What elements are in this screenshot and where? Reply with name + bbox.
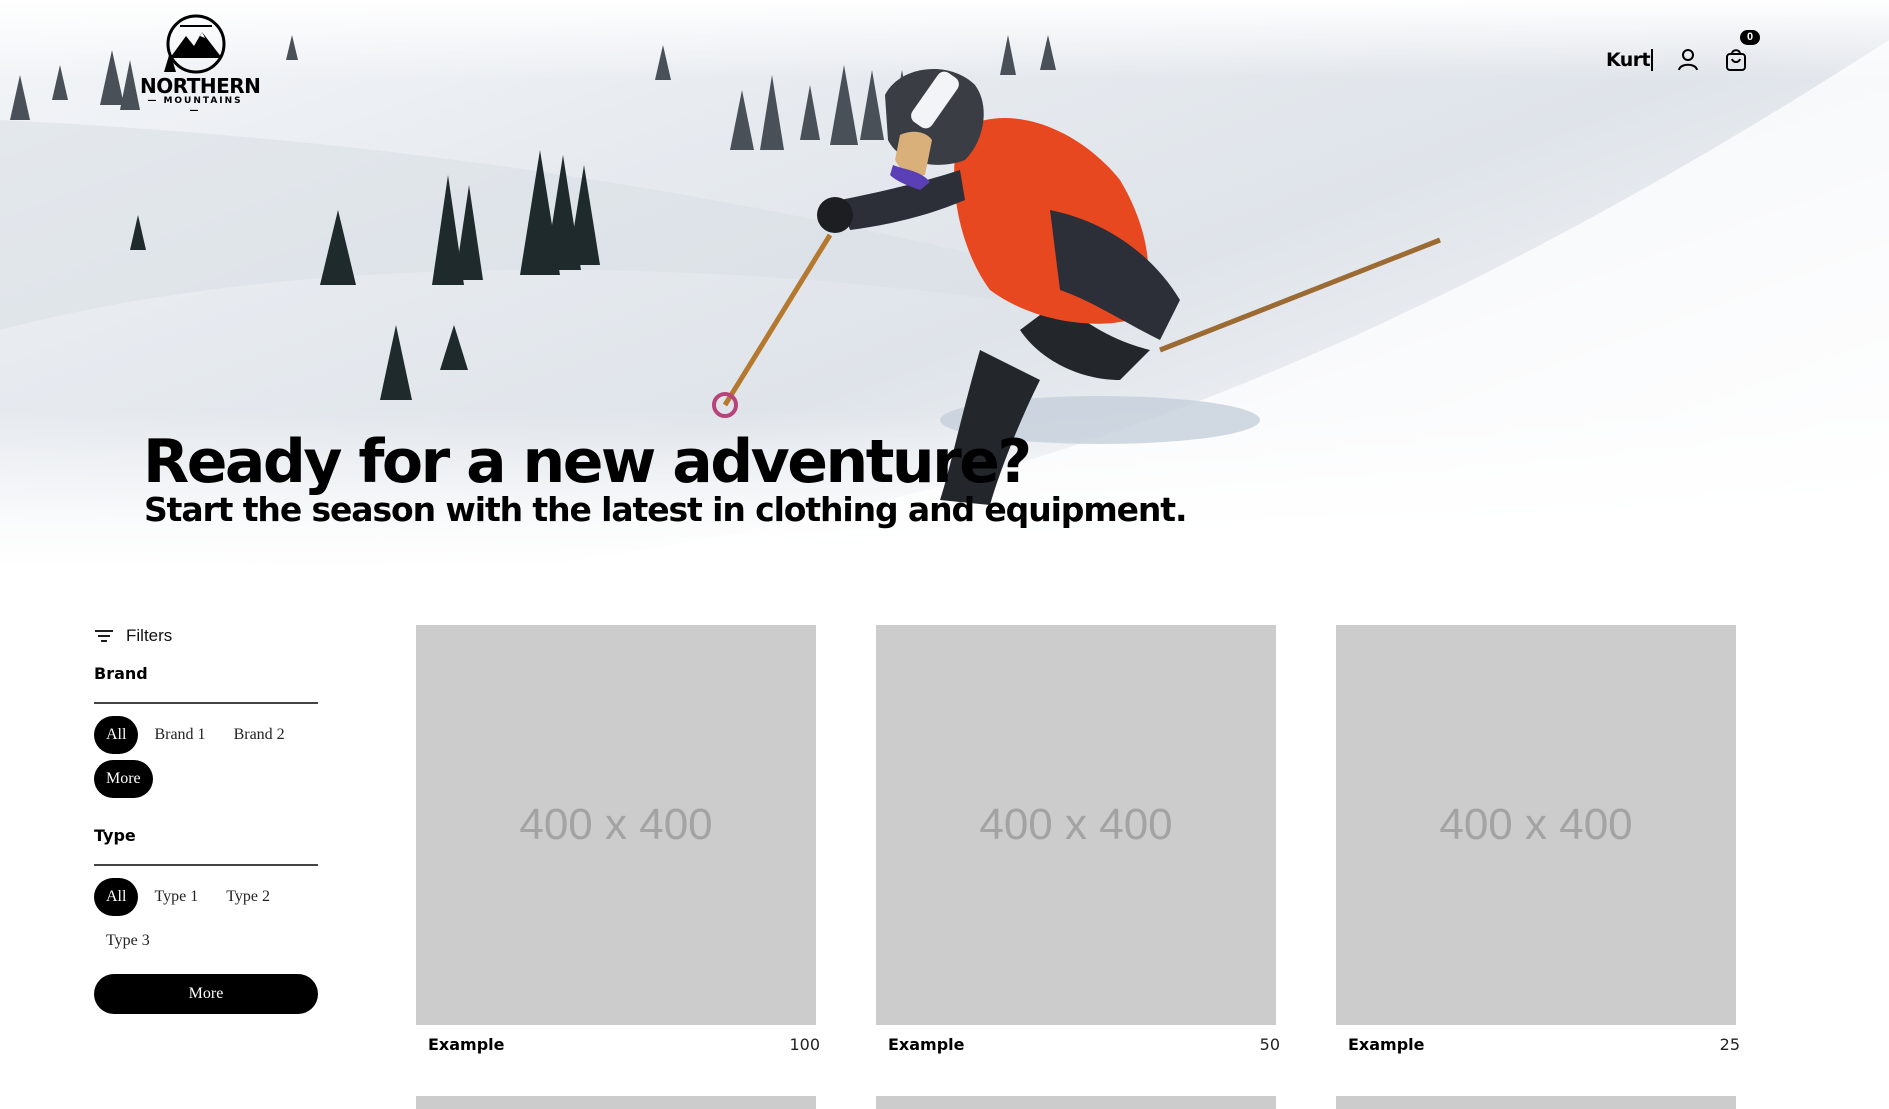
product-meta: Example 50 xyxy=(876,1031,1280,1061)
northern-mountains-logo[interactable]: NORTHERN — MOUNTAINS — xyxy=(140,14,261,116)
user-icon xyxy=(1678,49,1698,71)
type-filter-title: Type xyxy=(94,826,136,845)
product-card-partial[interactable] xyxy=(876,1096,1276,1109)
product-image-placeholder[interactable]: 400 x 400 xyxy=(1336,625,1736,1025)
brand-filter-title: Brand xyxy=(94,664,148,683)
brand-chip-2[interactable]: Brand 2 xyxy=(222,716,297,754)
header-actions: Kurt 0 xyxy=(1606,30,1760,76)
product-image-placeholder[interactable]: 400 x 400 xyxy=(416,625,816,1025)
type-chip-2[interactable]: Type 2 xyxy=(214,878,282,916)
product-card[interactable]: 400 x 400 Example 100 xyxy=(416,625,820,1061)
hero-banner: NORTHERN — MOUNTAINS — Kurt 0 Ready for … xyxy=(0,0,1889,570)
product-card[interactable]: 400 x 400 Example 25 xyxy=(1336,625,1740,1061)
cart-icon xyxy=(1726,49,1746,71)
type-chip-1[interactable]: Type 1 xyxy=(142,878,210,916)
brand-filter-options: All Brand 1 Brand 2 More xyxy=(94,716,318,798)
product-meta: Example 25 xyxy=(1336,1031,1740,1061)
type-chip-3[interactable]: Type 3 xyxy=(94,922,162,960)
logo-sub-text: — MOUNTAINS — xyxy=(147,96,243,116)
type-filter-options: All Type 1 Type 2 Type 3 xyxy=(94,878,318,960)
cart-count-badge: 0 xyxy=(1740,30,1760,45)
account-button[interactable] xyxy=(1672,44,1704,76)
product-name[interactable]: Example xyxy=(1348,1035,1425,1054)
product-price: 25 xyxy=(1719,1035,1740,1054)
product-name[interactable]: Example xyxy=(888,1035,965,1054)
filter-icon xyxy=(95,630,113,642)
cart-button[interactable]: 0 xyxy=(1720,30,1760,76)
filters-label: Filters xyxy=(126,626,173,645)
mountain-logo-icon xyxy=(164,14,226,74)
text-cursor xyxy=(1650,49,1653,72)
product-image-placeholder[interactable] xyxy=(876,1096,1276,1109)
product-image-placeholder[interactable] xyxy=(416,1096,816,1109)
filters-toggle[interactable]: Filters xyxy=(94,620,318,652)
brand-chip-all[interactable]: All xyxy=(94,716,139,754)
logo-brand-text: NORTHERN xyxy=(140,74,261,98)
filters-sidebar: Filters Brand All Brand 1 Brand 2 More T… xyxy=(94,620,318,1014)
product-card-partial[interactable] xyxy=(416,1096,816,1109)
product-price: 100 xyxy=(789,1035,820,1054)
product-name[interactable]: Example xyxy=(428,1035,505,1054)
type-divider xyxy=(94,864,318,866)
hero-subtitle: Start the season with the latest in clot… xyxy=(144,490,1188,529)
product-image-placeholder[interactable]: 400 x 400 xyxy=(876,625,1276,1025)
username-display[interactable]: Kurt xyxy=(1606,49,1653,72)
brand-more-button[interactable]: More xyxy=(94,760,153,798)
product-image-placeholder[interactable] xyxy=(1336,1096,1736,1109)
product-card[interactable]: 400 x 400 Example 50 xyxy=(876,625,1280,1061)
brand-chip-1[interactable]: Brand 1 xyxy=(142,716,217,754)
username-text: Kurt xyxy=(1606,48,1651,71)
product-price: 50 xyxy=(1259,1035,1280,1054)
type-chip-all[interactable]: All xyxy=(94,878,139,916)
type-more-button[interactable]: More xyxy=(94,974,318,1014)
product-card-partial[interactable] xyxy=(1336,1096,1736,1109)
product-meta: Example 100 xyxy=(416,1031,820,1061)
brand-divider xyxy=(94,702,318,704)
